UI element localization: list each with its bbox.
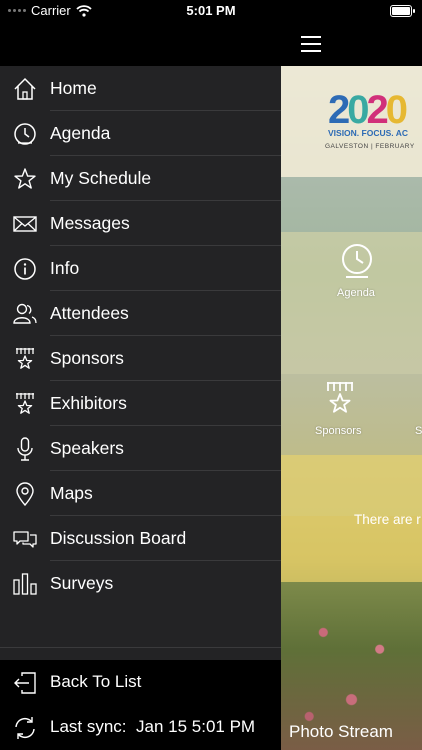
sponsor-star-icon bbox=[12, 346, 38, 372]
menu-item-surveys[interactable]: Surveys bbox=[0, 561, 281, 606]
tile-label-cutoff: S bbox=[415, 425, 422, 437]
tile-label: Agenda bbox=[337, 287, 375, 299]
menu-item-discussion-board[interactable]: Discussion Board bbox=[0, 516, 281, 561]
back-to-list-button[interactable]: Back To List bbox=[0, 660, 281, 705]
exit-icon bbox=[12, 670, 38, 696]
info-icon bbox=[12, 256, 38, 282]
battery-icon bbox=[390, 5, 415, 17]
photo-stream-label: Photo Stream bbox=[289, 722, 393, 741]
home-icon bbox=[12, 76, 38, 102]
menu-item-sponsors[interactable]: Sponsors bbox=[0, 336, 281, 381]
menu-item-info[interactable]: Info bbox=[0, 246, 281, 291]
star-icon bbox=[12, 166, 38, 192]
event-logo: 2020 bbox=[328, 88, 408, 132]
people-icon bbox=[12, 301, 38, 327]
tile-label: Sponsors bbox=[315, 425, 362, 437]
menu-item-attendees[interactable]: Attendees bbox=[0, 291, 281, 336]
menu-item-label: Sponsors bbox=[50, 348, 124, 368]
menu-item-exhibitors[interactable]: Exhibitors bbox=[0, 381, 281, 426]
microphone-icon bbox=[12, 436, 38, 462]
menu-item-label: Surveys bbox=[50, 573, 114, 593]
home-content: 2020 VISION. FOCUS. AC GALVESTON | FEBRU… bbox=[281, 66, 422, 750]
last-sync-label: Last sync: bbox=[50, 717, 127, 736]
divider bbox=[0, 647, 281, 648]
menu-item-maps[interactable]: Maps bbox=[0, 471, 281, 516]
menu-item-label: Maps bbox=[50, 483, 93, 503]
sponsor-star-icon bbox=[321, 380, 359, 418]
last-sync-time: Jan 15 5:01 PM bbox=[136, 717, 256, 736]
hamburger-menu-icon[interactable] bbox=[301, 36, 321, 52]
drawer-footer: Back To List Last sync: Jan 15 5:01 PM bbox=[0, 660, 281, 750]
menu-item-speakers[interactable]: Speakers bbox=[0, 426, 281, 471]
sponsor-star-icon bbox=[12, 391, 38, 417]
notice-panel: There are r bbox=[281, 455, 422, 582]
bar-chart-icon bbox=[12, 571, 38, 597]
notice-text: There are r bbox=[354, 512, 421, 527]
side-drawer: Home Agenda My Schedule Messages Info At… bbox=[0, 66, 281, 750]
tile-agenda[interactable]: Agenda bbox=[281, 232, 422, 374]
envelope-icon bbox=[12, 211, 38, 237]
menu-item-label: Info bbox=[50, 258, 80, 278]
menu-item-messages[interactable]: Messages bbox=[0, 201, 281, 246]
menu-item-label: Discussion Board bbox=[50, 528, 187, 548]
menu-item-label: My Schedule bbox=[50, 168, 152, 188]
menu-item-home[interactable]: Home bbox=[0, 66, 281, 111]
event-dateline: GALVESTON | FEBRUARY bbox=[325, 143, 415, 150]
event-tagline: VISION. FOCUS. AC bbox=[328, 128, 408, 138]
event-banner: 2020 VISION. FOCUS. AC GALVESTON | FEBRU… bbox=[281, 66, 422, 177]
chat-bubbles-icon bbox=[12, 526, 38, 552]
menu-item-label: Exhibitors bbox=[50, 393, 127, 413]
photo-stream-tile[interactable]: Photo Stream bbox=[281, 582, 422, 750]
menu-item-label: Home bbox=[50, 78, 97, 98]
nav-bar bbox=[0, 22, 422, 66]
menu-item-label: Messages bbox=[50, 213, 130, 233]
back-to-list-label: Back To List bbox=[50, 672, 142, 691]
clock-icon bbox=[12, 121, 38, 147]
last-sync-text: Last sync: Jan 15 5:01 PM bbox=[50, 717, 255, 737]
clock-icon bbox=[338, 242, 376, 280]
last-sync-row[interactable]: Last sync: Jan 15 5:01 PM bbox=[0, 705, 281, 750]
menu-item-agenda[interactable]: Agenda bbox=[0, 111, 281, 156]
menu-item-label: Agenda bbox=[50, 123, 111, 143]
background-strip bbox=[281, 177, 422, 232]
status-time: 5:01 PM bbox=[186, 3, 236, 18]
sync-icon bbox=[12, 715, 38, 741]
map-pin-icon bbox=[12, 481, 38, 507]
menu-item-label: Speakers bbox=[50, 438, 124, 458]
menu-item-my-schedule[interactable]: My Schedule bbox=[0, 156, 281, 201]
status-bar: Carrier 5:01 PM bbox=[0, 0, 422, 22]
menu-item-label: Attendees bbox=[50, 303, 129, 323]
